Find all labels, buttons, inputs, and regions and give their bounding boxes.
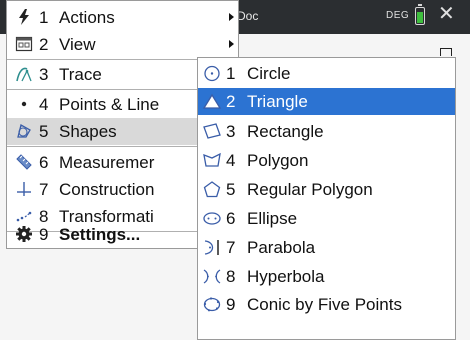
view-window-icon: [15, 36, 33, 52]
menu-item-number: 5: [39, 121, 49, 141]
submenu-item-label: Triangle: [247, 92, 308, 111]
menu-item-label: View: [59, 34, 96, 54]
triangle-icon: [202, 93, 222, 109]
document-title: Doc: [237, 9, 259, 23]
submenu-item-label: Hyperbola: [247, 267, 325, 286]
menu-item-number: 9: [39, 224, 49, 244]
submenu-item-number: 1: [226, 64, 236, 83]
menu-item-label: Trace: [59, 64, 102, 84]
menu-item-label: Construction: [59, 179, 155, 199]
menu-item-number: 7: [39, 179, 49, 199]
submenu-item-label: Parabola: [247, 238, 316, 257]
submenu-item-number: 3: [226, 122, 236, 141]
submenu-item-number: 9: [226, 295, 236, 314]
submenu-item-label: Regular Polygon: [247, 180, 373, 199]
submenu-arrow-icon: [229, 40, 234, 48]
submenu-arrow-icon: [229, 13, 234, 21]
menu-item-number: 4: [39, 94, 49, 114]
submenu-item-regular-polygon[interactable]: 5 Regular Polygon: [198, 176, 455, 203]
polygon-icon: [203, 152, 221, 167]
submenu-item-number: 7: [226, 238, 236, 257]
submenu-item-triangle[interactable]: 2 Triangle: [198, 88, 455, 115]
menu-item-number: 2: [39, 34, 49, 54]
submenu-item-ellipse[interactable]: 6 Ellipse: [198, 205, 455, 232]
submenu-item-rectangle[interactable]: 3 Rectangle: [198, 118, 455, 145]
submenu-item-number: 2: [226, 92, 236, 111]
menu-item-label: Shapes: [59, 121, 117, 141]
submenu-item-label: Rectangle: [247, 122, 324, 141]
close-icon[interactable]: ✕: [438, 4, 455, 24]
submenu-item-label: Circle: [247, 64, 291, 83]
submenu-item-label: Polygon: [247, 151, 309, 170]
menu-item-label: Points & Line: [59, 94, 160, 114]
parabola-icon: [204, 240, 219, 255]
submenu-item-hyperbola[interactable]: 8 Hyperbola: [198, 263, 455, 290]
circle-icon: [204, 65, 220, 82]
scale-bar-icon: [440, 48, 452, 56]
submenu-item-conic-five-points[interactable]: 9 Conic by Five Points: [198, 291, 455, 318]
battery-icon: [415, 4, 425, 25]
menu-item-actions[interactable]: 1 Actions: [7, 4, 238, 31]
gear-icon: [16, 226, 32, 242]
submenu-item-number: 5: [226, 180, 236, 199]
submenu-item-parabola[interactable]: 7 Parabola: [198, 234, 455, 261]
hyperbola-icon: [203, 269, 221, 284]
point-icon: [21, 101, 27, 107]
menu-item-number: 1: [39, 7, 49, 27]
regular-polygon-icon: [203, 181, 221, 198]
ellipse-icon: [203, 212, 221, 225]
perpendicular-icon: [17, 182, 31, 196]
shapes-submenu: 1 Circle 2 Triangle 3 Rectangle 4 Polygo…: [197, 57, 456, 340]
submenu-item-number: 8: [226, 267, 236, 286]
conic-icon: [203, 297, 221, 312]
menu-item-number: 6: [39, 152, 49, 172]
submenu-item-number: 4: [226, 151, 236, 170]
submenu-item-number: 6: [226, 209, 236, 228]
lightning-icon: [19, 9, 29, 25]
menu-item-label: Measuremer: [59, 152, 155, 172]
menu-item-label: Settings...: [59, 224, 141, 244]
menu-item-number: 3: [39, 64, 49, 84]
menu-item-view[interactable]: 2 View: [7, 31, 238, 58]
submenu-item-polygon[interactable]: 4 Polygon: [198, 147, 455, 174]
menu-item-label: Actions: [59, 7, 115, 27]
submenu-item-label: Conic by Five Points: [247, 295, 402, 314]
ruler-icon: [16, 154, 32, 170]
shapes-icon: [17, 124, 31, 138]
submenu-item-circle[interactable]: 1 Circle: [198, 60, 455, 87]
trace-icon: [16, 67, 32, 82]
angle-mode-indicator: DEG: [386, 10, 410, 21]
submenu-item-label: Ellipse: [247, 209, 298, 228]
rectangle-icon: [203, 123, 221, 139]
